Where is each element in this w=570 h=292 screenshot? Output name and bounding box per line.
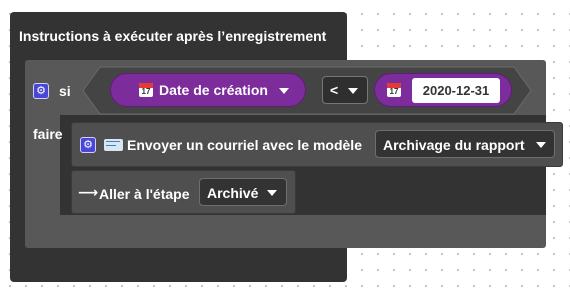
template-dropdown-label: Archivage du rapport: [383, 137, 525, 153]
step-dropdown-label: Archivé: [207, 185, 259, 201]
event-block-title: Instructions à exécuter après l’enregist…: [19, 28, 327, 44]
chevron-down-icon: [279, 88, 289, 94]
gear-icon[interactable]: ⚙: [80, 137, 96, 153]
arrow-right-icon: ⟶: [78, 184, 99, 200]
calendar-icon: 17: [387, 83, 401, 97]
date-input[interactable]: 2020-12-31: [412, 78, 500, 103]
operator-label: <: [330, 82, 339, 98]
operator-dropdown[interactable]: [322, 76, 368, 104]
email-icon: [104, 139, 123, 151]
if-label: si: [59, 83, 71, 99]
do-label: faire: [33, 126, 63, 142]
gear-icon[interactable]: ⚙: [33, 83, 49, 99]
field-dropdown-label: Date de création: [159, 82, 268, 98]
chevron-down-icon: [348, 88, 358, 94]
send-email-label: Envoyer un courriel avec le modèle: [127, 137, 362, 153]
goto-step-label: Aller à l'étape: [99, 186, 190, 202]
chevron-down-icon: [267, 190, 277, 196]
chevron-down-icon: [536, 142, 546, 148]
calendar-icon: 17: [139, 83, 153, 97]
